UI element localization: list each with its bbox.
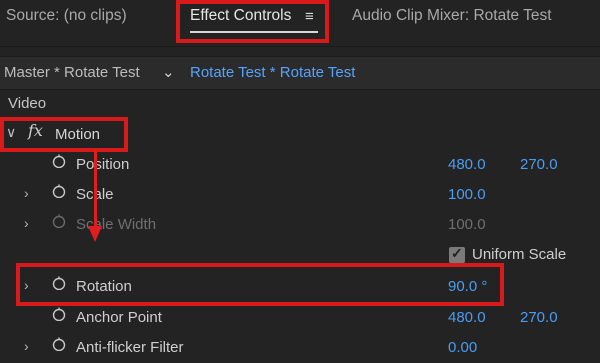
annotation-arrow-line [94,150,97,230]
highlight-box-rotation [16,263,504,306]
sequence-bar: Master * Rotate Test ⌄ Rotate Test * Rot… [0,56,600,90]
property-row-anchor-point: Anchor Point 480.0 270.0 [0,303,600,333]
highlight-box-motion [0,117,128,152]
scale-value[interactable]: 100.0 [448,186,486,203]
expand-chevron-icon[interactable]: › [24,185,29,201]
anchor-y-value[interactable]: 270.0 [520,309,558,326]
stopwatch-icon[interactable] [52,184,66,198]
uniform-scale-label[interactable]: Uniform Scale [472,246,566,263]
video-section-header: Video [8,95,47,112]
tab-audio-clip-mixer[interactable]: Audio Clip Mixer: Rotate Test [352,7,552,25]
stopwatch-icon [52,214,66,228]
active-clip-label[interactable]: Rotate Test * Rotate Test [190,64,355,81]
stopwatch-icon[interactable] [52,154,66,168]
tab-source[interactable]: Source: (no clips) [6,7,127,25]
property-row-anti-flicker: › Anti-flicker Filter 0.00 [0,333,600,363]
anchor-x-value[interactable]: 480.0 [448,309,486,326]
anti-flicker-value[interactable]: 0.00 [448,339,477,356]
master-clip-label[interactable]: Master * Rotate Test [4,64,140,81]
expand-chevron-icon[interactable]: › [24,215,29,231]
chevron-down-icon[interactable]: ⌄ [162,63,175,81]
stopwatch-icon[interactable] [52,337,66,351]
stopwatch-icon[interactable] [52,307,66,321]
scale-width-value: 100.0 [448,216,486,233]
expand-chevron-icon[interactable]: › [24,338,29,354]
property-row-scale: › Scale 100.0 [0,180,600,210]
property-label: Position [76,156,130,173]
highlight-box-effect-controls [176,0,329,43]
property-row-position: Position 480.0 270.0 [0,150,600,180]
property-label: Anti-flicker Filter [76,339,184,356]
annotation-arrow-head [88,226,102,242]
position-x-value[interactable]: 480.0 [448,156,486,173]
position-y-value[interactable]: 270.0 [520,156,558,173]
property-label: Anchor Point [76,309,162,326]
uniform-scale-checkbox[interactable] [449,245,465,263]
